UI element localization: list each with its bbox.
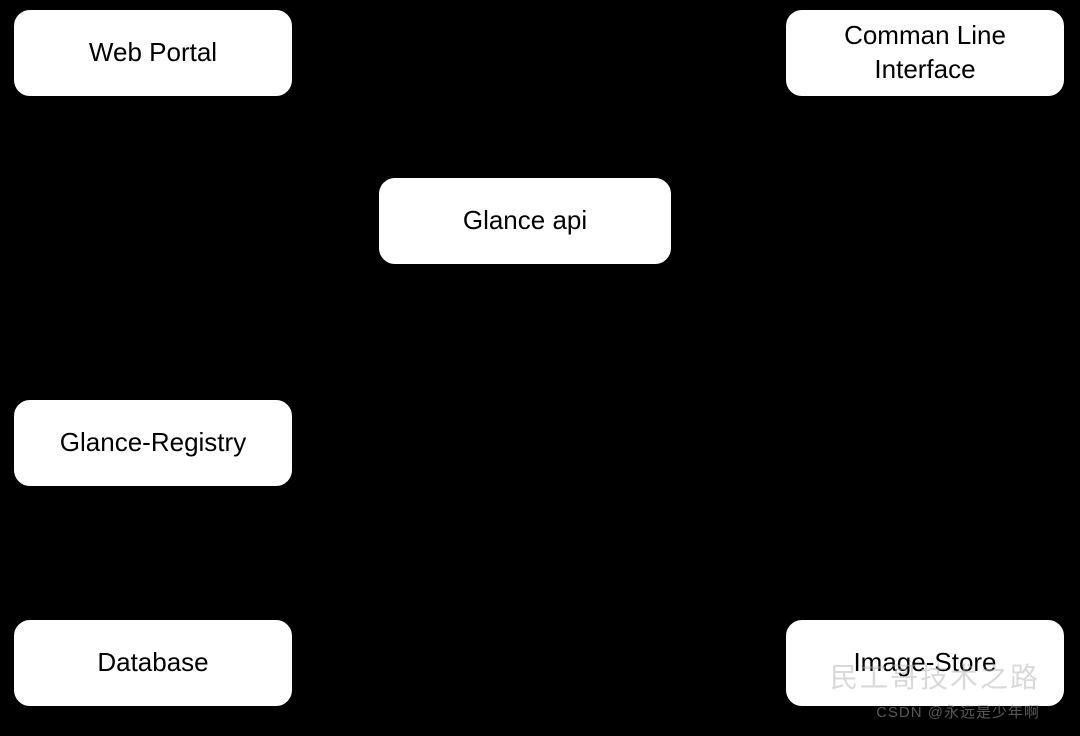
node-label: Database [97,646,208,680]
node-label: Web Portal [89,36,217,70]
node-glance-api: Glance api [377,176,673,266]
watermark-primary: 民工哥技术之路 [830,656,1040,696]
node-label: Glance api [463,204,587,238]
watermark-secondary: CSDN @永远是少年啊 [876,701,1040,722]
node-glance-registry: Glance-Registry [12,398,294,488]
node-web-portal: Web Portal [12,8,294,98]
edge-glanceapi-registry [230,266,440,400]
edge-webportal-glanceapi [230,98,440,180]
node-command-line-interface: Comman Line Interface [784,8,1066,98]
node-label: Comman Line Interface [798,19,1052,87]
edge-glanceapi-imagestore [600,266,880,620]
node-database: Database [12,618,294,708]
node-label: Glance-Registry [60,426,246,460]
edge-cli-glanceapi [620,98,850,180]
